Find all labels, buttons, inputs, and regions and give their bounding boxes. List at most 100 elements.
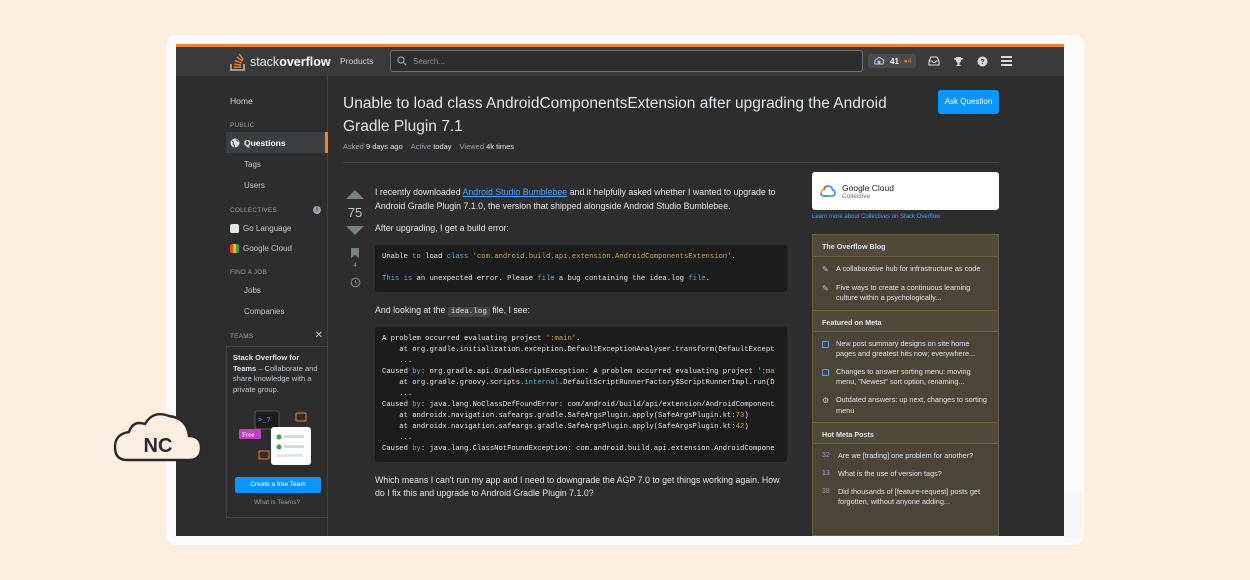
hot-meta-item-1[interactable]: 32 Are we [trading] one problem for anoth… <box>813 444 998 465</box>
meta-post-icon <box>822 340 829 348</box>
info-icon[interactable]: i <box>313 206 321 214</box>
achievements-icon[interactable] <box>952 55 964 67</box>
meta-post-icon <box>822 369 829 376</box>
meta-asked-value: 9 days ago <box>365 142 403 151</box>
meta-item-3[interactable]: ⚙ Outdated answers: up next, changes to s… <box>813 391 998 419</box>
post-p3-text-a: And looking at the <box>375 304 448 315</box>
question-meta: Asked 9 days ago Active today Viewed 4k … <box>343 142 514 151</box>
hot-meta-2-count: 13 <box>822 470 830 478</box>
nc-cloud-watermark: NC <box>113 408 203 466</box>
meta-item-1[interactable]: New post summary designs on site home pa… <box>813 332 998 363</box>
hot-meta-3-count: 38 <box>822 488 830 496</box>
hot-meta-3-text: Did thousands of [feature-request] posts… <box>838 487 980 507</box>
inbox-icon[interactable] <box>928 55 941 67</box>
post-paragraph-4: Which means I can't run my app and I nee… <box>375 474 780 499</box>
nav-section-collectives: COLLECTIVES <box>230 207 277 214</box>
collective-card[interactable]: Google Cloud Collective <box>812 172 999 210</box>
svg-text:>_?: >_? <box>258 417 271 425</box>
meta-active: Active today <box>411 142 452 151</box>
profile-reputation[interactable]: 41 ●4 <box>868 54 917 68</box>
nav-collective-go[interactable]: Go Language <box>230 224 292 233</box>
nav-questions[interactable]: Questions <box>226 132 328 153</box>
hot-meta-item-2[interactable]: 13 What is the use of version tags? <box>813 465 998 483</box>
meta-viewed-label: Viewed <box>459 142 485 151</box>
search-box[interactable] <box>390 50 863 72</box>
post-paragraph-3: And looking at the idea.log file, I see: <box>375 304 787 319</box>
question-title[interactable]: Unable to load class AndroidComponentsEx… <box>343 92 903 139</box>
site-switcher-icon[interactable] <box>1000 55 1012 67</box>
downvote-icon[interactable] <box>346 226 364 235</box>
badge-count: ●4 <box>903 57 912 65</box>
post-paragraph-2: After upgrading, I get a build error: <box>375 223 509 234</box>
hot-meta-2-text: What is the use of version tags? <box>838 469 942 479</box>
search-input[interactable] <box>413 56 833 66</box>
learn-more-collectives-link[interactable]: Learn more about Collectives on Stack Ov… <box>812 214 940 220</box>
nav-jobs[interactable]: Jobs <box>244 286 261 295</box>
ask-question-button[interactable]: Ask Question <box>938 90 999 114</box>
nav-collective-google-cloud[interactable]: Google Cloud <box>230 244 292 253</box>
upvote-icon[interactable] <box>346 190 364 199</box>
teams-illustration: >_? Free <box>233 407 321 469</box>
globe-icon <box>230 138 240 147</box>
site-logo[interactable]: stackoverflow <box>230 53 331 71</box>
what-is-teams-link[interactable]: What is Teams? <box>227 499 327 506</box>
meta-item-3-text: Outdated answers: up next, changes to so… <box>836 395 987 415</box>
free-tag: Free <box>242 431 254 439</box>
blog-item-2[interactable]: ✎ Five ways to create a continuous learni… <box>813 279 998 307</box>
nav-tags[interactable]: Tags <box>244 160 261 169</box>
bookmark-icon[interactable] <box>343 245 367 263</box>
question-body: I recently downloaded Android Studio Bum… <box>375 186 787 510</box>
android-studio-link[interactable]: Android Studio Bumblebee <box>463 187 568 197</box>
inline-code-idea-log: idea.log <box>447 306 490 317</box>
products-menu[interactable]: Products <box>340 56 374 66</box>
scrollbar[interactable] <box>1064 490 1082 538</box>
reputation-count: 41 <box>890 56 899 66</box>
stack-exchange-icon: ⚙ <box>822 396 830 406</box>
hot-meta-header: Hot Meta Posts <box>813 421 998 444</box>
logo-text-stack: stack <box>250 55 280 69</box>
teams-promo: Stack Overflow for Teams – Collaborate a… <box>226 346 328 518</box>
meta-active-value: today <box>433 142 452 151</box>
top-bar: stackoverflow Products 41 ●4 ? <box>176 44 1064 76</box>
hot-meta-1-count: 32 <box>822 451 830 459</box>
post-p3-text-b: file, I see: <box>489 304 530 315</box>
avatar-icon <box>874 56 885 65</box>
google-cloud-icon <box>230 244 239 253</box>
help-icon[interactable]: ? <box>976 55 988 67</box>
meta-asked: Asked 9 days ago <box>343 142 403 151</box>
meta-item-2-text: Changes to answer sorting menu: moving m… <box>836 367 971 387</box>
nav-section-teams: TEAMS <box>230 333 254 340</box>
bookmark-count: 4 <box>353 263 357 269</box>
search-icon <box>397 56 407 66</box>
nav-section-find-job: FIND A JOB <box>230 269 268 276</box>
nav-section-public: PUBLIC <box>230 122 255 129</box>
meta-item-2[interactable]: Changes to answer sorting menu: moving m… <box>813 363 998 391</box>
post-paragraph-1: I recently downloaded Android Studio Bum… <box>375 186 787 213</box>
meta-header: Featured on Meta <box>813 309 998 332</box>
meta-item-1-text: New post summary designs on site home pa… <box>836 338 976 358</box>
nav-companies[interactable]: Companies <box>244 307 284 316</box>
vote-count: 75 <box>347 205 363 220</box>
hot-meta-item-3[interactable]: 38 Did thousands of [feature-request] pos… <box>813 483 998 511</box>
svg-text:?: ? <box>980 59 984 66</box>
meta-viewed: Viewed 4k times <box>460 142 515 151</box>
nav-collective-gcloud-label: Google Cloud <box>243 244 292 253</box>
create-team-button[interactable]: Create a free Team <box>235 477 321 493</box>
stack-logo-icon <box>230 53 245 71</box>
code-block-stacktrace: A problem occurred evaluating project ':… <box>375 327 787 462</box>
blog-item-1-text: A collaborative hub for infrastructure a… <box>836 264 981 273</box>
history-icon[interactable] <box>343 275 367 293</box>
nav-users[interactable]: Users <box>244 181 265 190</box>
google-cloud-logo-icon <box>820 185 836 197</box>
topbar-icons: 41 ●4 ? <box>868 54 1012 68</box>
logo-text-overflow: overflow <box>279 55 331 69</box>
nav-home[interactable]: Home <box>230 96 253 106</box>
meta-viewed-value: 4k times <box>486 142 515 151</box>
nav-collective-go-label: Go Language <box>243 224 292 233</box>
browser-screen: stackoverflow Products 41 ●4 ? <box>176 44 1064 536</box>
blog-item-1[interactable]: ✎ A collaborative hub for infrastructure … <box>813 257 998 279</box>
teams-text: Stack Overflow for Teams – Collaborate a… <box>233 353 321 395</box>
close-icon[interactable]: ✕ <box>315 330 323 341</box>
pencil-icon: ✎ <box>822 284 829 294</box>
meta-asked-label: Asked <box>343 142 364 151</box>
